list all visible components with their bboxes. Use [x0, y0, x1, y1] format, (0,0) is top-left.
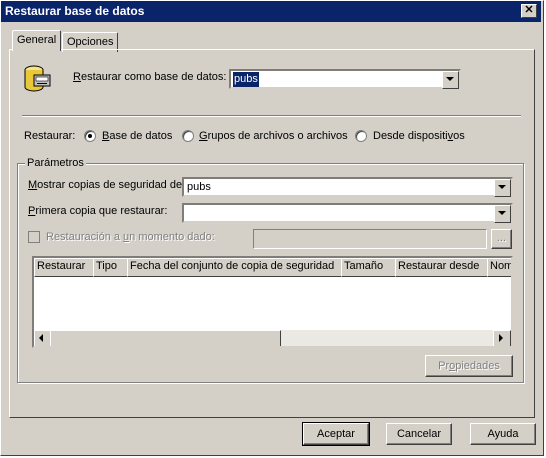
chevron-down-icon[interactable] — [442, 71, 459, 89]
point-in-time-checkbox[interactable] — [28, 231, 40, 243]
show-backups-value: pubs — [187, 181, 211, 193]
show-backups-combo[interactable]: pubs — [182, 177, 513, 197]
column-header-tamano[interactable]: Tamaño — [341, 258, 399, 277]
chevron-down-icon[interactable] — [494, 205, 511, 223]
radio-from-device[interactable] — [355, 130, 367, 142]
horizontal-scrollbar[interactable] — [34, 330, 511, 346]
close-icon: ✕ — [524, 4, 534, 16]
point-in-time-ellipsis-button[interactable]: ... — [491, 229, 512, 249]
column-header-nombre[interactable]: Nom — [487, 258, 511, 277]
scroll-right-icon[interactable] — [493, 330, 511, 346]
radio-database-label: Base de datos — [102, 130, 173, 142]
tab-general-label: General — [17, 34, 57, 46]
cancel-button[interactable]: Cancelar — [386, 423, 452, 445]
restore-as-value: pubs — [233, 72, 259, 87]
show-backups-label: Mostrar copias de seguridad de: — [28, 179, 186, 191]
chevron-down-icon[interactable] — [494, 179, 511, 197]
restore-as-label: Restaurar como base de datos: — [73, 71, 227, 83]
title-bar: Restaurar base de datos ✕ — [1, 1, 541, 22]
divider — [22, 115, 521, 117]
tab-opciones-label: Opciones — [67, 36, 114, 48]
column-header-tipo[interactable]: Tipo — [93, 258, 131, 277]
first-backup-label: Primera copia que restaurar: — [28, 205, 168, 217]
column-header-restaurar[interactable]: Restaurar — [34, 258, 97, 277]
backup-sets-list[interactable]: Restaurar Tipo Fecha del conjunto de cop… — [32, 256, 513, 348]
close-button[interactable]: ✕ — [521, 4, 537, 18]
radio-database[interactable] — [84, 130, 96, 142]
point-in-time-label: Restauración a un momento dado: — [46, 231, 215, 243]
column-header-restaurar-desde[interactable]: Restaurar desde — [395, 258, 491, 277]
restore-type-label: Restaurar: — [24, 130, 76, 142]
column-header-fecha[interactable]: Fecha del conjunto de copia de seguridad — [127, 258, 345, 277]
properties-button[interactable]: Propiedades — [425, 355, 513, 377]
radio-filegroups-label: Grupos de archivos o archivos — [199, 130, 348, 142]
window-title: Restaurar base de datos — [5, 4, 145, 18]
help-button[interactable]: Ayuda — [470, 423, 536, 445]
radio-filegroups[interactable] — [182, 130, 194, 142]
first-backup-combo[interactable] — [182, 203, 513, 223]
point-in-time-field[interactable] — [253, 229, 487, 249]
tab-general[interactable]: General — [12, 30, 62, 51]
parameters-group-label: Parámetros — [25, 157, 86, 169]
radio-from-device-label: Desde dispositivos — [373, 130, 465, 142]
ok-button[interactable]: Aceptar — [302, 422, 370, 446]
database-icon — [24, 65, 51, 92]
scrollbar-thumb[interactable] — [50, 330, 281, 346]
restore-as-combo[interactable]: pubs — [229, 69, 461, 89]
